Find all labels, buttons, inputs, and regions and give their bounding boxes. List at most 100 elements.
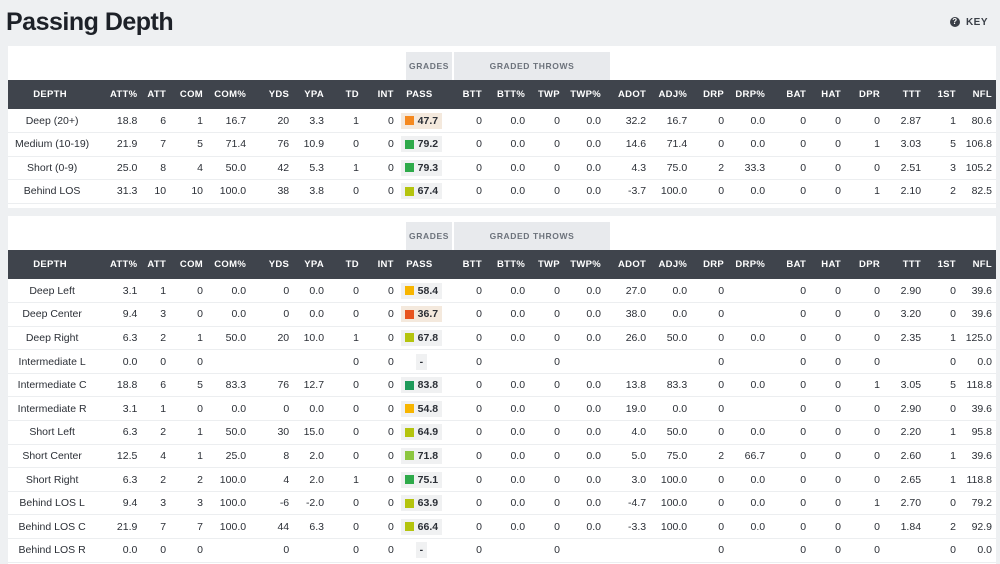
column-header-hat[interactable]: HAT bbox=[810, 80, 845, 109]
int-cell: 0 bbox=[387, 185, 394, 198]
dpr-cell: 0 bbox=[874, 331, 880, 344]
int-cell: 0 bbox=[387, 138, 394, 151]
column-header-int[interactable]: INT bbox=[363, 80, 398, 109]
column-header-pass-grade[interactable]: PASS bbox=[398, 80, 445, 109]
column-header-twp[interactable]: TWP bbox=[529, 250, 564, 279]
hat-cell: 0 bbox=[835, 138, 842, 151]
grade-badge: 58.4 bbox=[400, 282, 443, 299]
column-header-int[interactable]: INT bbox=[363, 250, 398, 279]
column-header-btt[interactable]: BTT bbox=[445, 80, 486, 109]
column-header-yds[interactable]: YDS bbox=[250, 80, 293, 109]
att-cell: 8 bbox=[160, 161, 167, 174]
drp-pct-cell: 0.0 bbox=[750, 379, 766, 392]
td-cell: 1 bbox=[353, 473, 359, 486]
column-header-btt[interactable]: BTT bbox=[445, 250, 486, 279]
column-header-ypa[interactable]: YPA bbox=[293, 250, 328, 279]
ypa-cell: 2.0 bbox=[309, 473, 325, 486]
drp-cell: 0 bbox=[718, 138, 725, 151]
first-downs-cell: 0 bbox=[950, 497, 956, 510]
column-header-yds[interactable]: YDS bbox=[250, 250, 293, 279]
direction-table-panel: GRADES GRADED THROWS DEPTH ATT% ATT COM COM%… bbox=[8, 216, 996, 564]
column-header-drp-pct[interactable]: DRP% bbox=[728, 250, 769, 279]
column-header-com-pct[interactable]: COM% bbox=[207, 250, 250, 279]
column-header-adj-pct[interactable]: ADJ% bbox=[650, 250, 691, 279]
table-row: Behind LOS R 0.0 0 0 0 0 0 - 0 0 0 0 0 0 0 0.0 bbox=[8, 539, 996, 563]
column-header-bat[interactable]: BAT bbox=[769, 80, 810, 109]
column-header-ttt[interactable]: TTT bbox=[884, 80, 925, 109]
ypa-cell: 10.9 bbox=[303, 138, 325, 151]
column-header-nfl-rating[interactable]: NFL bbox=[960, 250, 996, 279]
column-header-com[interactable]: COM bbox=[170, 250, 207, 279]
key-button[interactable]: ? KEY bbox=[949, 16, 988, 28]
column-header-btt-pct[interactable]: BTT% bbox=[486, 250, 529, 279]
column-header-first-downs[interactable]: 1ST bbox=[925, 250, 960, 279]
column-header-att-pct[interactable]: ATT% bbox=[96, 80, 141, 109]
column-header-td[interactable]: TD bbox=[328, 80, 363, 109]
column-header-nfl-rating[interactable]: NFL bbox=[960, 80, 996, 109]
column-header-com[interactable]: COM bbox=[170, 80, 207, 109]
column-header-att-pct[interactable]: ATT% bbox=[96, 250, 141, 279]
ypa-cell: 2.0 bbox=[309, 449, 325, 462]
column-header-hat[interactable]: HAT bbox=[810, 250, 845, 279]
grade-value: 79.2 bbox=[417, 138, 439, 151]
ypa-cell: 0.0 bbox=[309, 284, 325, 297]
twp-pct-cell: 0.0 bbox=[586, 308, 601, 321]
com-cell: 1 bbox=[197, 449, 203, 462]
drp-cell: 0 bbox=[718, 426, 725, 439]
adot-cell: 4.0 bbox=[631, 426, 647, 439]
column-header-td[interactable]: TD bbox=[328, 250, 363, 279]
column-header-dpr[interactable]: DPR bbox=[845, 80, 884, 109]
column-header-com-pct[interactable]: COM% bbox=[207, 80, 250, 109]
column-header-twp-pct[interactable]: TWP% bbox=[564, 80, 605, 109]
column-header-ypa[interactable]: YPA bbox=[293, 80, 328, 109]
btt-pct-cell: 0.0 bbox=[510, 308, 526, 321]
column-header-drp[interactable]: DRP bbox=[691, 250, 728, 279]
com-cell: 2 bbox=[197, 473, 203, 486]
drp-pct-cell: 66.7 bbox=[744, 449, 766, 462]
graded-throws-group-label: GRADED THROWS bbox=[454, 52, 610, 80]
depth-table-body: Deep (20+) 18.8 6 1 16.7 20 3.3 1 0 47.7 0 0.0 0 0.0 3… bbox=[8, 109, 996, 203]
column-header-twp[interactable]: TWP bbox=[529, 80, 564, 109]
btt-cell: 0 bbox=[476, 379, 482, 392]
column-header-att[interactable]: ATT bbox=[141, 250, 170, 279]
drp-pct-cell: 33.3 bbox=[744, 161, 766, 174]
column-header-depth[interactable]: DEPTH bbox=[8, 250, 96, 279]
yds-cell: 0 bbox=[283, 308, 290, 321]
column-header-pass-grade[interactable]: PASS bbox=[398, 250, 445, 279]
first-downs-cell: 1 bbox=[950, 114, 956, 127]
column-header-ttt[interactable]: TTT bbox=[884, 250, 925, 279]
grade-badge: - bbox=[415, 353, 428, 370]
first-downs-cell: 0 bbox=[950, 544, 956, 557]
com-pct-cell: 16.7 bbox=[225, 114, 247, 127]
column-header-depth[interactable]: DEPTH bbox=[8, 80, 96, 109]
bat-cell: 0 bbox=[800, 308, 807, 321]
direction-table: DEPTH ATT% ATT COM COM% YDS YPA TD INT PASS BTT BTT… bbox=[8, 250, 996, 563]
int-cell: 0 bbox=[387, 520, 394, 533]
grade-color-icon bbox=[404, 404, 414, 414]
depth-cell: Medium (10-19) bbox=[15, 138, 90, 151]
com-cell: 5 bbox=[197, 379, 203, 392]
column-header-btt-pct[interactable]: BTT% bbox=[486, 80, 529, 109]
int-cell: 0 bbox=[387, 161, 394, 174]
ttt-cell: 2.35 bbox=[900, 331, 922, 344]
column-header-adj-pct[interactable]: ADJ% bbox=[650, 80, 691, 109]
column-header-bat[interactable]: BAT bbox=[769, 250, 810, 279]
btt-cell: 0 bbox=[476, 544, 482, 557]
column-header-adot[interactable]: ADOT bbox=[605, 80, 650, 109]
com-pct-cell: 50.0 bbox=[225, 426, 247, 439]
column-header-drp-pct[interactable]: DRP% bbox=[728, 80, 769, 109]
com-pct-cell: 0.0 bbox=[231, 284, 247, 297]
column-header-drp[interactable]: DRP bbox=[691, 80, 728, 109]
column-header-first-downs[interactable]: 1ST bbox=[925, 80, 960, 109]
table-row: Short Center 12.5 4 1 25.0 8 2.0 0 0 71.8 0 0.0 0 0.0… bbox=[8, 444, 996, 468]
column-header-twp-pct[interactable]: TWP% bbox=[564, 250, 605, 279]
column-header-att[interactable]: ATT bbox=[141, 80, 170, 109]
adj-pct-cell: 0.0 bbox=[672, 308, 688, 321]
yds-cell: 76 bbox=[277, 379, 290, 392]
grade-value: 67.4 bbox=[417, 185, 439, 198]
column-header-dpr[interactable]: DPR bbox=[845, 250, 884, 279]
key-label: KEY bbox=[965, 16, 988, 28]
column-header-adot[interactable]: ADOT bbox=[605, 250, 650, 279]
grade-badge: 47.7 bbox=[400, 112, 443, 129]
hat-cell: 0 bbox=[835, 185, 842, 198]
